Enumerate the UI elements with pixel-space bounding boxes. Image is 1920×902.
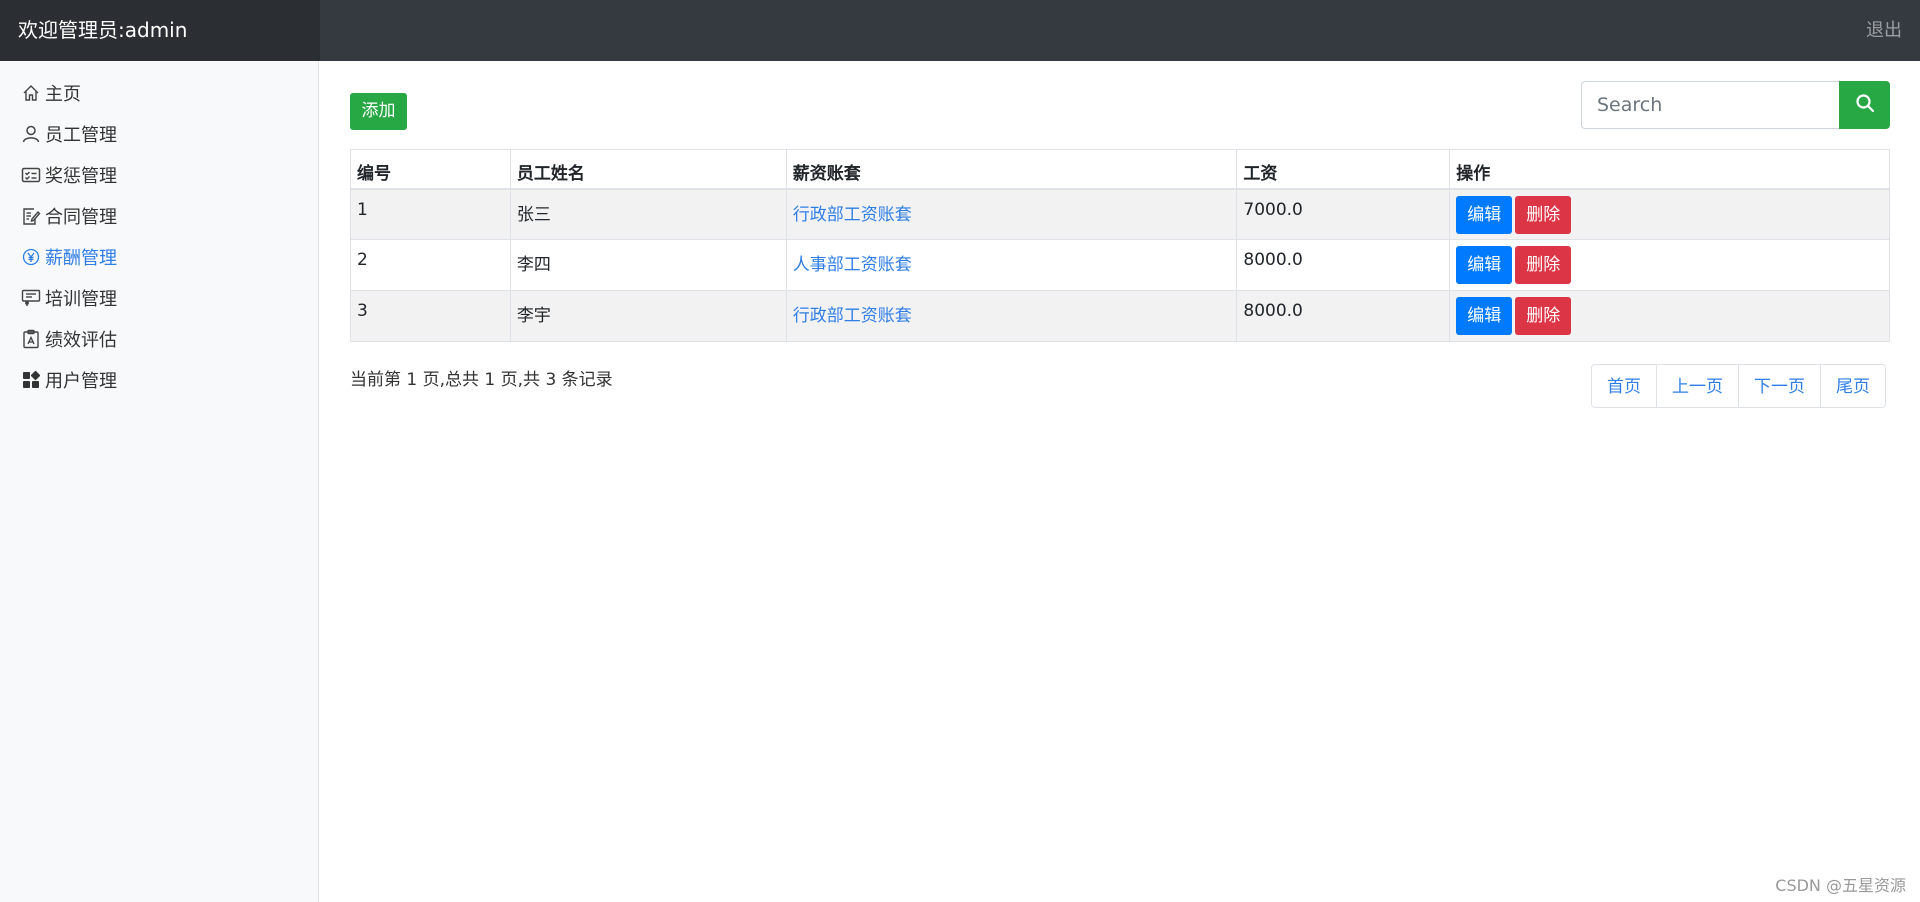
cell-actions: 编辑 删除 xyxy=(1449,188,1890,240)
edit-button[interactable]: 编辑 xyxy=(1456,195,1513,234)
sidebar-item-users[interactable]: 用户管理 xyxy=(20,365,117,395)
sidebar-item-performance[interactable]: 绩效评估 xyxy=(20,324,117,354)
account-link[interactable]: 人事部工资账套 xyxy=(793,255,912,275)
sidebar-item-salary[interactable]: 薪酬管理 xyxy=(20,242,117,272)
logout-link[interactable]: 退出 xyxy=(1866,0,1902,61)
account-link[interactable]: 行政部工资账套 xyxy=(793,205,912,225)
yen-icon xyxy=(20,246,42,268)
first-page-button[interactable]: 首页 xyxy=(1591,364,1657,408)
user-icon xyxy=(20,123,42,145)
cell-name: 李宇 xyxy=(509,290,787,342)
presentation-icon xyxy=(20,287,42,309)
sidebar-item-label: 员工管理 xyxy=(45,125,117,146)
top-navbar: 欢迎管理员:admin 退出 xyxy=(0,0,1920,61)
column-header-name: 员工姓名 xyxy=(509,149,787,190)
cell-salary: 8000.0 xyxy=(1236,239,1451,291)
clipboard-icon xyxy=(20,328,42,350)
cell-account: 人事部工资账套 xyxy=(785,239,1238,291)
sidebar-item-home[interactable]: 主页 xyxy=(20,78,81,108)
sidebar-item-label: 绩效评估 xyxy=(45,330,117,351)
sidebar-item-label: 奖惩管理 xyxy=(45,166,117,187)
delete-button[interactable]: 删除 xyxy=(1515,246,1572,284)
cell-account: 行政部工资账套 xyxy=(785,188,1238,240)
account-link[interactable]: 行政部工资账套 xyxy=(793,306,912,326)
next-page-button[interactable]: 下一页 xyxy=(1738,364,1821,408)
cell-salary: 8000.0 xyxy=(1236,290,1451,342)
column-header-salary: 工资 xyxy=(1236,149,1451,190)
search-form xyxy=(1581,81,1890,129)
edit-button[interactable]: 编辑 xyxy=(1456,297,1513,335)
pagination-info: 当前第 1 页,总共 1 页,共 3 条记录 xyxy=(350,370,613,390)
cell-name: 张三 xyxy=(509,188,787,240)
watermark: CSDN @五星资源 xyxy=(1775,876,1906,895)
welcome-title: 欢迎管理员:admin xyxy=(0,0,320,61)
table-row: 2 李四 人事部工资账套 8000.0 编辑 删除 xyxy=(350,239,1890,291)
sidebar-item-contracts[interactable]: 合同管理 xyxy=(20,201,117,231)
table-row: 1 张三 行政部工资账套 7000.0 编辑 删除 xyxy=(350,188,1890,240)
table-header-row: 编号 员工姓名 薪资账套 工资 操作 xyxy=(350,149,1890,190)
search-input[interactable] xyxy=(1581,81,1839,129)
column-header-account: 薪资账套 xyxy=(785,149,1238,190)
delete-button[interactable]: 删除 xyxy=(1515,195,1572,234)
cell-name: 李四 xyxy=(509,239,787,291)
cell-id: 1 xyxy=(350,188,511,240)
sidebar-item-rewards[interactable]: 奖惩管理 xyxy=(20,160,117,190)
cell-actions: 编辑 删除 xyxy=(1449,239,1890,291)
delete-button[interactable]: 删除 xyxy=(1515,297,1572,335)
cell-actions: 编辑 删除 xyxy=(1449,290,1890,342)
salary-table: 编号 员工姓名 薪资账套 工资 操作 1 张三 行政部工资账套 7000.0 编… xyxy=(350,149,1890,342)
cell-account: 行政部工资账套 xyxy=(785,290,1238,342)
sidebar-item-label: 主页 xyxy=(45,84,81,105)
cell-id: 2 xyxy=(350,239,511,291)
sidebar-item-employees[interactable]: 员工管理 xyxy=(20,119,117,149)
column-header-actions: 操作 xyxy=(1449,149,1890,190)
sidebar-item-label: 合同管理 xyxy=(45,207,117,228)
card-checklist-icon xyxy=(20,164,42,186)
document-edit-icon xyxy=(20,205,42,227)
pagination: 首页 上一页 下一页 尾页 xyxy=(1591,364,1886,408)
search-icon xyxy=(1855,93,1875,117)
column-header-id: 编号 xyxy=(350,149,511,190)
edit-button[interactable]: 编辑 xyxy=(1456,246,1513,284)
prev-page-button[interactable]: 上一页 xyxy=(1656,364,1739,408)
add-button[interactable]: 添加 xyxy=(350,93,407,130)
sidebar: 主页 员工管理 奖惩管理 合同管理 薪酬管理 培训管理 绩效评估 用户管理 xyxy=(0,61,319,902)
cell-salary: 7000.0 xyxy=(1236,188,1451,240)
home-icon xyxy=(20,82,42,104)
last-page-button[interactable]: 尾页 xyxy=(1820,364,1886,408)
sidebar-item-label: 培训管理 xyxy=(45,289,117,310)
table-row: 3 李宇 行政部工资账套 8000.0 编辑 删除 xyxy=(350,290,1890,342)
grid-icon xyxy=(20,369,42,391)
sidebar-item-training[interactable]: 培训管理 xyxy=(20,283,117,313)
search-button[interactable] xyxy=(1839,81,1890,129)
sidebar-item-label: 薪酬管理 xyxy=(45,248,117,269)
cell-id: 3 xyxy=(350,290,511,342)
sidebar-item-label: 用户管理 xyxy=(45,371,117,392)
